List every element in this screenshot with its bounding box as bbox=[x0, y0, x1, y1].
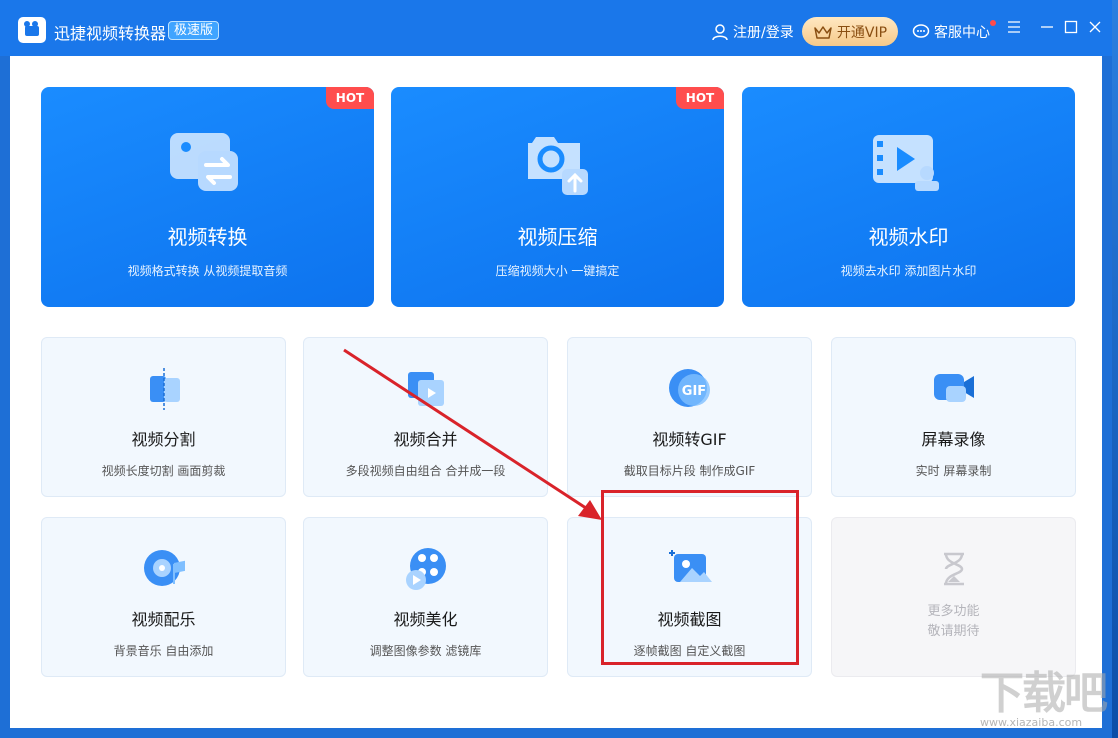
menu-icon[interactable] bbox=[1005, 18, 1023, 36]
login-label: 注册/登录 bbox=[733, 25, 794, 41]
vip-button[interactable]: 开通VIP bbox=[802, 17, 898, 46]
minimize-icon[interactable] bbox=[1038, 18, 1056, 36]
more-features-line2: 敬请期待 bbox=[927, 624, 980, 639]
maximize-icon[interactable] bbox=[1062, 18, 1080, 36]
app-logo-icon bbox=[18, 17, 46, 43]
video-convert-card[interactable]: HOT 视频转换 视频格式转换 从视频提取音频 bbox=[41, 87, 374, 307]
card-subtitle: 视频去水印 添加图片水印 bbox=[840, 264, 977, 278]
card-subtitle: 调整图像参数 滤镜库 bbox=[369, 644, 482, 658]
card-title: 视频转GIF bbox=[652, 430, 727, 449]
card-subtitle: 背景音乐 自由添加 bbox=[113, 644, 214, 658]
card-title: 视频配乐 bbox=[131, 610, 196, 629]
film-reel-icon bbox=[405, 548, 446, 590]
video-to-gif-card[interactable]: GIF 视频转GIF 截取目标片段 制作成GIF bbox=[567, 337, 812, 497]
video-split-icon bbox=[149, 368, 180, 410]
card-subtitle: 实时 屏幕录制 bbox=[915, 464, 992, 478]
card-title: 屏幕录像 bbox=[921, 430, 986, 449]
card-title: 视频水印 bbox=[868, 225, 949, 249]
video-watermark-icon bbox=[872, 135, 939, 191]
card-subtitle: 视频长度切割 画面剪裁 bbox=[101, 464, 226, 478]
gif-icon: GIF bbox=[668, 369, 710, 407]
card-title: 视频压缩 bbox=[517, 225, 598, 249]
customer-service-button[interactable]: 客服中心 bbox=[912, 22, 990, 42]
desktop-background bbox=[1112, 0, 1118, 738]
hourglass-icon bbox=[943, 552, 964, 586]
card-subtitle: 逐帧截图 自定义截图 bbox=[633, 644, 746, 658]
video-screenshot-card[interactable]: 视频截图 逐帧截图 自定义截图 bbox=[567, 517, 812, 677]
main-content: HOT 视频转换 视频格式转换 从视频提取音频 HOT 视频压缩 压缩视频大小 … bbox=[10, 56, 1102, 728]
video-merge-card[interactable]: 视频合并 多段视频自由组合 合并成一段 bbox=[303, 337, 548, 497]
close-icon[interactable] bbox=[1086, 18, 1104, 36]
card-title: 视频分割 bbox=[131, 430, 196, 449]
edition-badge: 极速版 bbox=[168, 21, 220, 40]
app-title: 迅捷视频转换器 bbox=[54, 24, 167, 43]
card-subtitle: 压缩视频大小 一键搞定 bbox=[495, 264, 620, 278]
more-features-card: 更多功能 敬请期待 bbox=[831, 517, 1076, 677]
hot-badge: HOT bbox=[676, 87, 724, 109]
video-merge-icon bbox=[407, 372, 444, 406]
card-title: 视频转换 bbox=[167, 225, 248, 249]
chat-icon bbox=[912, 24, 930, 38]
vip-label: 开通VIP bbox=[836, 24, 888, 41]
hot-badge: HOT bbox=[326, 87, 374, 109]
notification-dot bbox=[990, 20, 996, 26]
title-bar: 迅捷视频转换器 极速版 注册/登录 开通VIP 客服中心 bbox=[0, 0, 1112, 56]
crown-icon bbox=[814, 25, 832, 39]
more-features-line1: 更多功能 bbox=[927, 604, 980, 619]
card-subtitle: 截取目标片段 制作成GIF bbox=[623, 464, 756, 478]
screen-record-icon bbox=[933, 374, 974, 402]
service-label: 客服中心 bbox=[934, 25, 990, 41]
video-split-card[interactable]: 视频分割 视频长度切割 画面剪裁 bbox=[41, 337, 286, 497]
video-music-card[interactable]: 视频配乐 背景音乐 自由添加 bbox=[41, 517, 286, 677]
music-disc-icon bbox=[143, 550, 185, 586]
card-title: 视频合并 bbox=[393, 430, 458, 449]
user-icon bbox=[712, 24, 728, 41]
video-convert-icon bbox=[169, 133, 238, 191]
video-compress-icon bbox=[527, 137, 588, 195]
video-beautify-card[interactable]: 视频美化 调整图像参数 滤镜库 bbox=[303, 517, 548, 677]
card-title: 视频美化 bbox=[393, 610, 458, 629]
video-watermark-card[interactable]: 视频水印 视频去水印 添加图片水印 bbox=[742, 87, 1075, 307]
card-subtitle: 多段视频自由组合 合并成一段 bbox=[345, 464, 506, 478]
card-title: 视频截图 bbox=[657, 610, 722, 629]
login-button[interactable]: 注册/登录 bbox=[711, 22, 794, 42]
gif-icon-text: GIF bbox=[681, 384, 705, 399]
more-features-label: 更多功能 敬请期待 bbox=[832, 602, 1075, 642]
image-capture-icon bbox=[668, 550, 712, 582]
screen-record-card[interactable]: 屏幕录像 实时 屏幕录制 bbox=[831, 337, 1076, 497]
video-compress-card[interactable]: HOT 视频压缩 压缩视频大小 一键搞定 bbox=[391, 87, 724, 307]
card-subtitle: 视频格式转换 从视频提取音频 bbox=[127, 264, 288, 278]
